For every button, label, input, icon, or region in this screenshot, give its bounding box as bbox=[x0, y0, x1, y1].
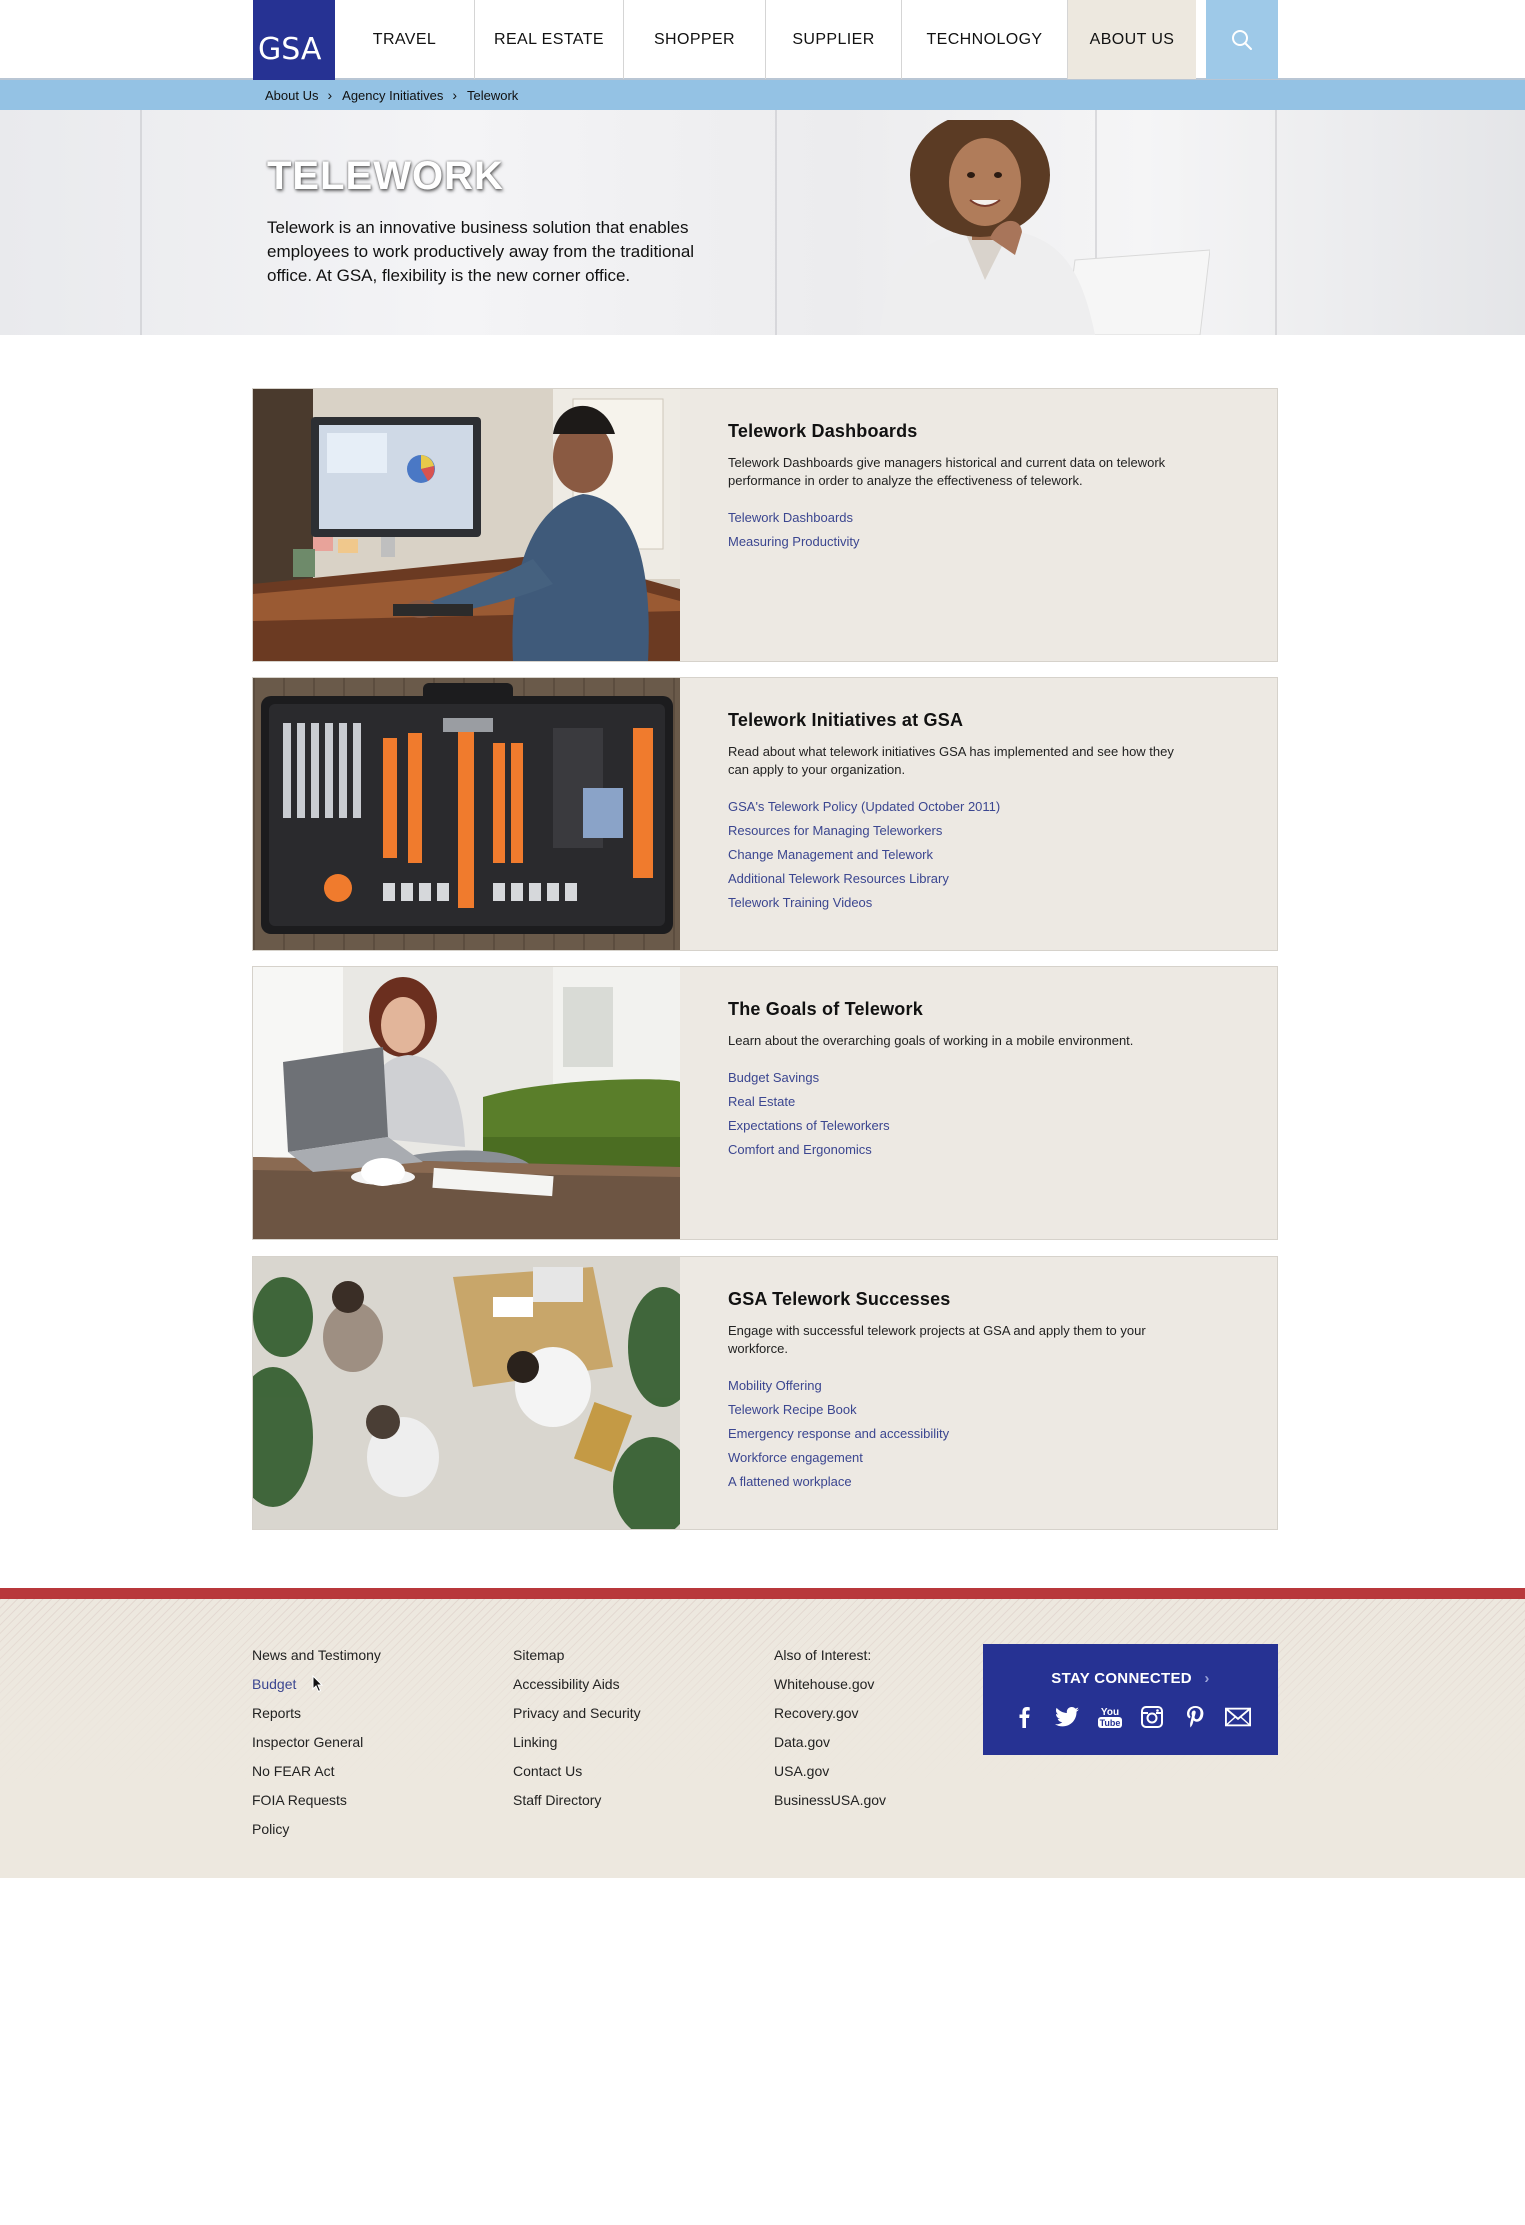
card-description: Learn about the overarching goals of wor… bbox=[728, 1033, 1134, 1048]
main-nav: TRAVEL REAL ESTATE SHOPPER SUPPLIER TECH… bbox=[335, 0, 1196, 79]
link-telework-policy[interactable]: GSA's Telework Policy (Updated October 2… bbox=[728, 795, 1198, 819]
link-resources-library[interactable]: Additional Telework Resources Library bbox=[728, 867, 1198, 891]
footer-link-foia[interactable]: FOIA Requests bbox=[252, 1786, 381, 1815]
nav-supplier[interactable]: SUPPLIER bbox=[766, 0, 902, 79]
footer-column-2: Sitemap Accessibility Aids Privacy and S… bbox=[513, 1641, 641, 1815]
chevron-right-icon: › bbox=[1204, 1670, 1210, 1687]
svg-text:You: You bbox=[1101, 1707, 1119, 1718]
man-at-computer-image bbox=[253, 389, 680, 661]
card-goals-of-telework: The Goals of Telework Learn about the ov… bbox=[252, 966, 1278, 1240]
page-title: TELEWORK bbox=[267, 154, 504, 198]
chevron-right-icon: › bbox=[327, 87, 333, 103]
nav-travel[interactable]: TRAVEL bbox=[335, 0, 475, 79]
nav-technology[interactable]: TECHNOLOGY bbox=[902, 0, 1068, 79]
hero-woman-image bbox=[880, 120, 1210, 335]
breadcrumb: About Us › Agency Initiatives › Telework bbox=[0, 80, 1525, 110]
link-telework-recipe-book[interactable]: Telework Recipe Book bbox=[728, 1398, 1198, 1422]
card-title: Telework Dashboards bbox=[728, 421, 918, 441]
nav-about-us[interactable]: ABOUT US bbox=[1068, 0, 1196, 79]
card-title: The Goals of Telework bbox=[728, 999, 923, 1019]
footer-link-businessusa[interactable]: BusinessUSA.gov bbox=[774, 1786, 886, 1815]
site-header: GSA TRAVEL REAL ESTATE SHOPPER SUPPLIER … bbox=[0, 0, 1525, 80]
link-telework-dashboards[interactable]: Telework Dashboards bbox=[728, 506, 1198, 530]
search-button[interactable] bbox=[1206, 0, 1278, 79]
breadcrumb-agency-initiatives[interactable]: Agency Initiatives bbox=[342, 88, 443, 103]
mouse-cursor-icon bbox=[312, 1675, 324, 1693]
footer-link-sitemap[interactable]: Sitemap bbox=[513, 1641, 641, 1670]
instagram-icon[interactable] bbox=[1139, 1704, 1165, 1730]
footer-link-no-fear-act[interactable]: No FEAR Act bbox=[252, 1757, 381, 1786]
footer-link-linking[interactable]: Linking bbox=[513, 1728, 641, 1757]
link-real-estate[interactable]: Real Estate bbox=[728, 1090, 1198, 1114]
chevron-right-icon: › bbox=[452, 87, 457, 103]
breadcrumb-about-us[interactable]: About Us bbox=[265, 88, 318, 103]
card-description: Telework Dashboards give managers histor… bbox=[728, 455, 1166, 488]
logo-text: GSA bbox=[258, 32, 322, 67]
card-title: Telework Initiatives at GSA bbox=[728, 710, 964, 730]
footer-link-accessibility[interactable]: Accessibility Aids bbox=[513, 1670, 641, 1699]
link-measuring-productivity[interactable]: Measuring Productivity bbox=[728, 530, 1198, 554]
footer-link-privacy[interactable]: Privacy and Security bbox=[513, 1699, 641, 1728]
link-training-videos[interactable]: Telework Training Videos bbox=[728, 891, 1198, 915]
card-telework-dashboards: Telework Dashboards Telework Dashboards … bbox=[252, 388, 1278, 662]
footer-link-policy[interactable]: Policy bbox=[252, 1815, 381, 1844]
footer-link-news[interactable]: News and Testimony bbox=[252, 1641, 381, 1670]
footer-column-1: News and Testimony Budget Reports Inspec… bbox=[252, 1641, 381, 1844]
link-managing-teleworkers[interactable]: Resources for Managing Teleworkers bbox=[728, 819, 1198, 843]
search-icon bbox=[1232, 29, 1252, 50]
link-expectations-teleworkers[interactable]: Expectations of Teleworkers bbox=[728, 1114, 1198, 1138]
card-title: GSA Telework Successes bbox=[728, 1289, 951, 1309]
stay-connected-link[interactable]: STAY CONNECTED › bbox=[983, 1670, 1278, 1687]
link-workforce-engagement[interactable]: Workforce engagement bbox=[728, 1446, 1198, 1470]
facebook-icon[interactable] bbox=[1011, 1704, 1037, 1730]
footer-divider bbox=[0, 1588, 1525, 1599]
link-comfort-ergonomics[interactable]: Comfort and Ergonomics bbox=[728, 1138, 1198, 1162]
card-telework-initiatives: Telework Initiatives at GSA Read about w… bbox=[252, 677, 1278, 951]
footer-link-inspector-general[interactable]: Inspector General bbox=[252, 1728, 381, 1757]
footer-link-staff-directory[interactable]: Staff Directory bbox=[513, 1786, 641, 1815]
link-mobility-offering[interactable]: Mobility Offering bbox=[728, 1374, 1198, 1398]
link-emergency-response[interactable]: Emergency response and accessibility bbox=[728, 1422, 1198, 1446]
nav-shopper[interactable]: SHOPPER bbox=[624, 0, 766, 79]
link-change-management[interactable]: Change Management and Telework bbox=[728, 843, 1198, 867]
youtube-icon[interactable]: You Tube bbox=[1097, 1704, 1123, 1730]
link-budget-savings[interactable]: Budget Savings bbox=[728, 1066, 1198, 1090]
pinterest-icon[interactable] bbox=[1182, 1704, 1208, 1730]
toolbox-image bbox=[253, 678, 680, 950]
svg-text:Tube: Tube bbox=[1099, 1718, 1120, 1728]
card-telework-successes: GSA Telework Successes Engage with succe… bbox=[252, 1256, 1278, 1530]
footer-link-recovery[interactable]: Recovery.gov bbox=[774, 1699, 886, 1728]
footer-column-3: Also of Interest: Whitehouse.gov Recover… bbox=[774, 1641, 886, 1815]
nav-real-estate[interactable]: REAL ESTATE bbox=[475, 0, 624, 79]
meeting-overhead-image bbox=[253, 1257, 680, 1529]
breadcrumb-telework: Telework bbox=[467, 87, 519, 103]
card-description: Read about what telework initiatives GSA… bbox=[728, 744, 1174, 777]
footer-link-reports[interactable]: Reports bbox=[252, 1699, 381, 1728]
also-of-interest-heading: Also of Interest: bbox=[774, 1647, 872, 1663]
woman-on-laptop-image bbox=[253, 967, 680, 1239]
gsa-logo[interactable]: GSA bbox=[253, 0, 335, 80]
link-flattened-workplace[interactable]: A flattened workplace bbox=[728, 1470, 1198, 1494]
twitter-icon[interactable] bbox=[1054, 1704, 1080, 1730]
footer-link-whitehouse[interactable]: Whitehouse.gov bbox=[774, 1670, 886, 1699]
hero-description: Telework is an innovative business solut… bbox=[267, 218, 695, 285]
footer-link-usa-gov[interactable]: USA.gov bbox=[774, 1757, 886, 1786]
hero-banner: TELEWORK Telework is an innovative busin… bbox=[0, 110, 1525, 335]
card-description: Engage with successful telework projects… bbox=[728, 1323, 1146, 1356]
email-icon[interactable] bbox=[1224, 1704, 1251, 1730]
footer-link-data-gov[interactable]: Data.gov bbox=[774, 1728, 886, 1757]
stay-connected-box: STAY CONNECTED › You Tube bbox=[983, 1644, 1278, 1755]
footer-link-contact[interactable]: Contact Us bbox=[513, 1757, 641, 1786]
